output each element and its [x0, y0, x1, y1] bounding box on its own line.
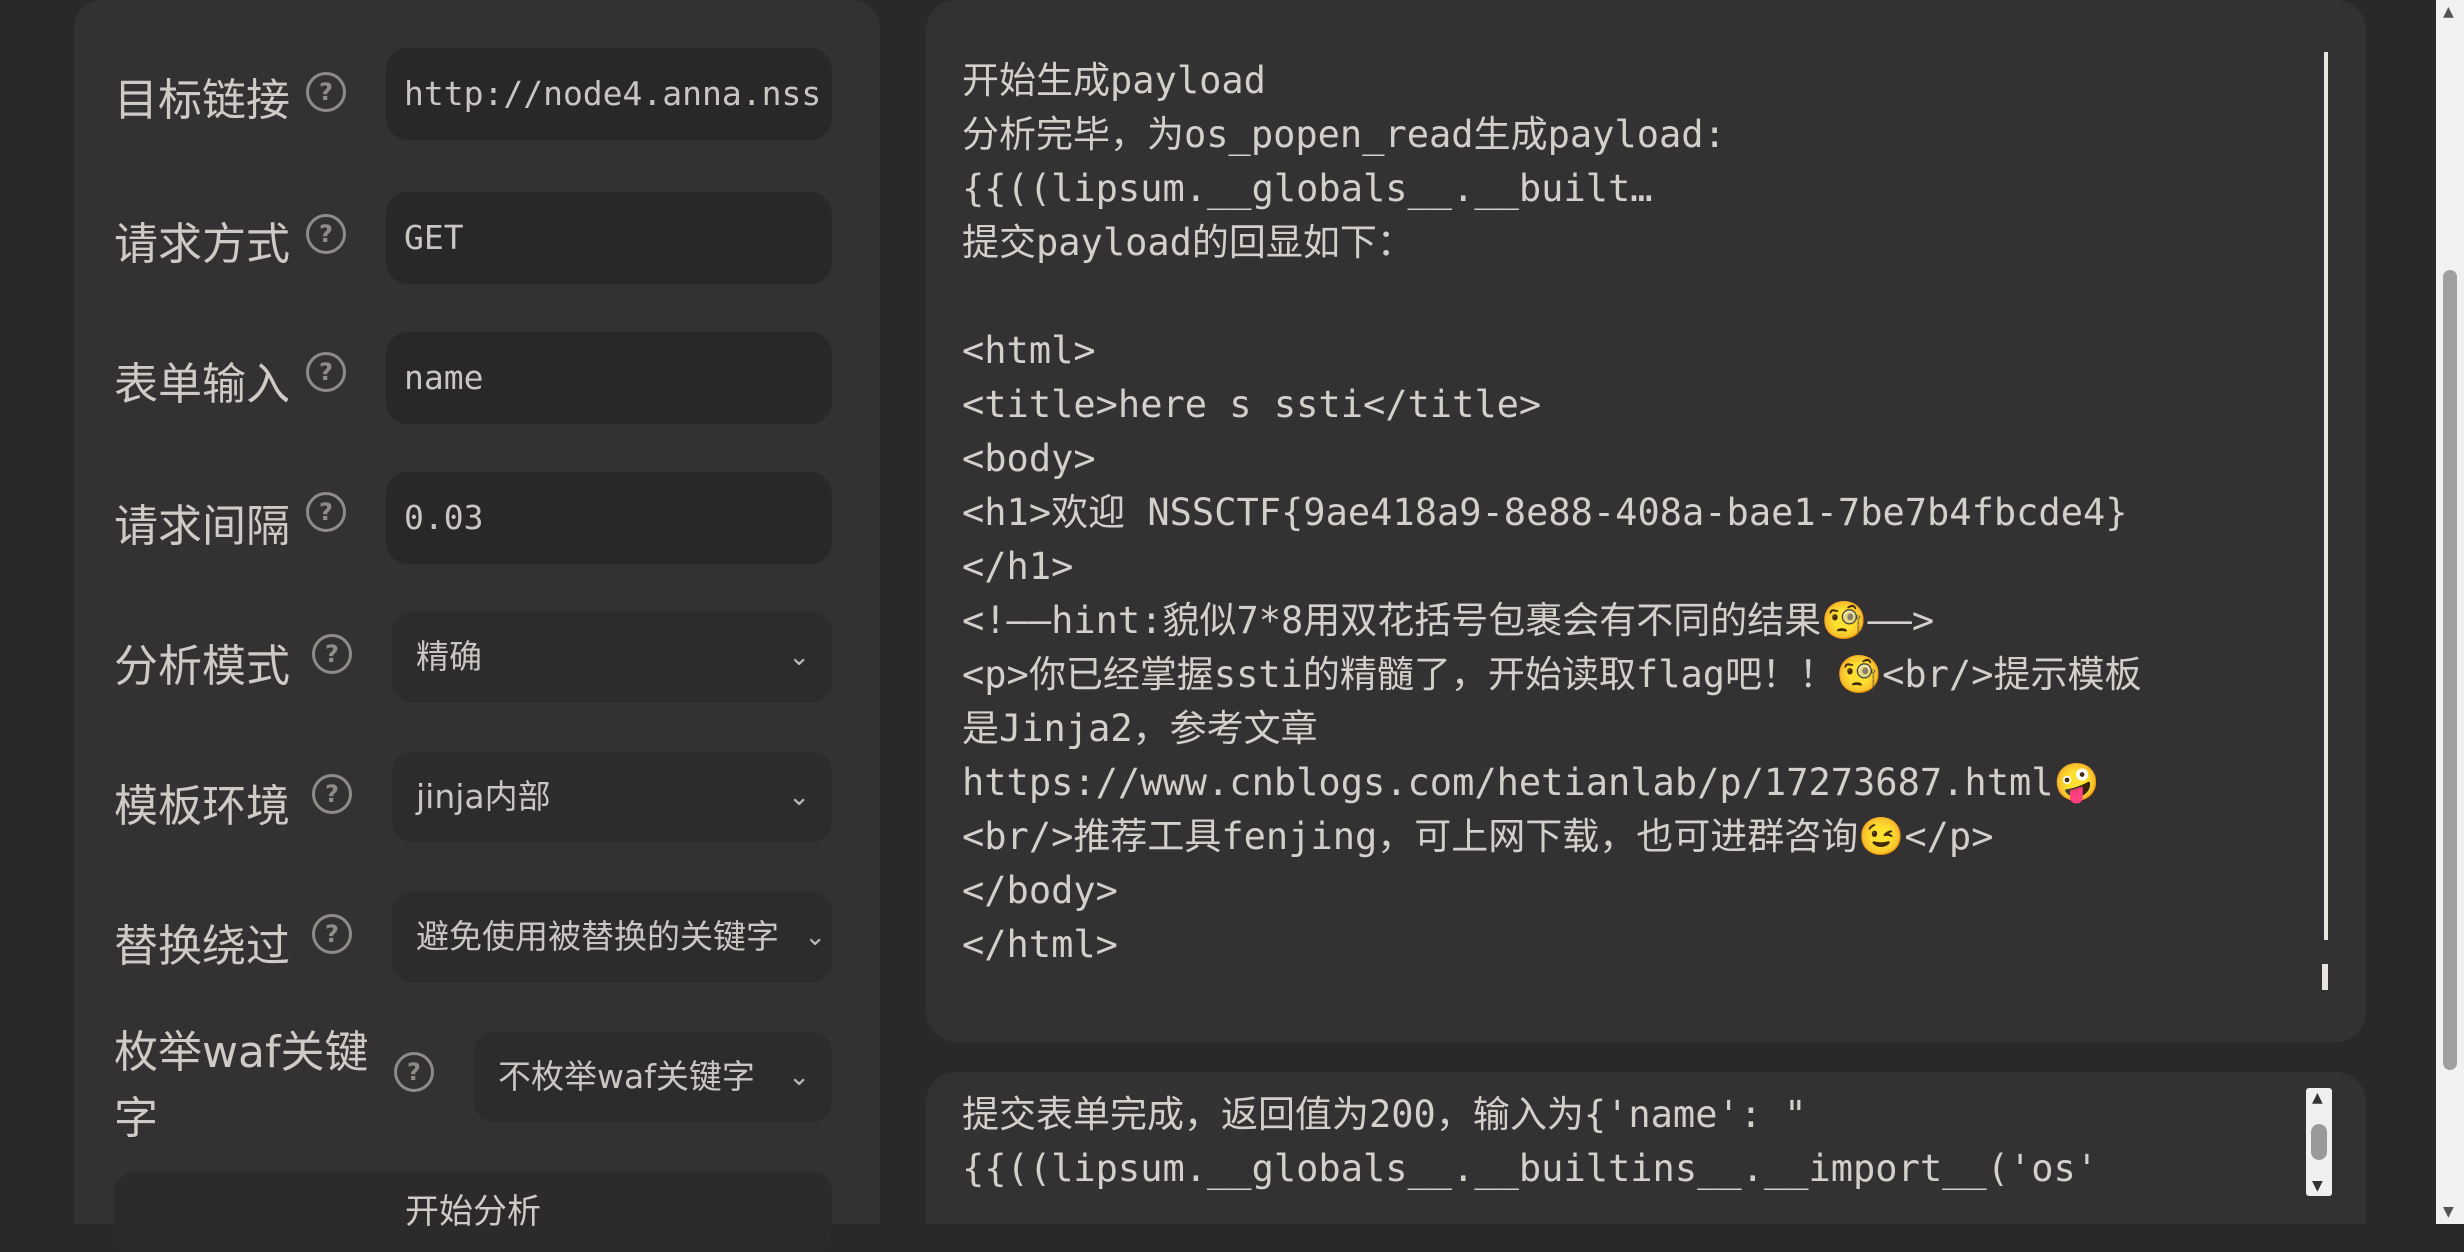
- enum-waf-value: 不枚举waf关键字: [498, 1057, 755, 1096]
- help-icon[interactable]: ?: [306, 214, 346, 254]
- status-panel: 提交表单完成，返回值为200，输入为{'name': " {{((lipsum.…: [926, 1072, 2366, 1224]
- output-line: {{((lipsum.__globals__.__built…: [962, 167, 1653, 210]
- chevron-down-icon: ⌄: [788, 782, 810, 812]
- replace-bypass-value: 避免使用被替换的关键字: [416, 917, 779, 956]
- output-scrollbar[interactable]: [2324, 52, 2328, 940]
- output-line: 提交payload的回显如下：: [962, 221, 1414, 264]
- help-icon[interactable]: ?: [306, 72, 346, 112]
- scroll-up-icon[interactable]: ▲: [2443, 4, 2454, 20]
- analysis-mode-value: 精确: [416, 637, 482, 676]
- help-icon[interactable]: ?: [312, 774, 352, 814]
- start-analysis-button[interactable]: 开始分析: [114, 1172, 832, 1252]
- method-row: 请求方式 ? GET: [74, 188, 880, 284]
- method-input[interactable]: GET: [386, 192, 832, 284]
- output-log: 开始生成payload 分析完毕，为os_popen_read生成payload:…: [962, 54, 2362, 962]
- page-scrollbar[interactable]: ▲ ▼: [2436, 0, 2464, 1224]
- status-line-2: {{((lipsum.__globals__.__builtins__.__im…: [962, 1147, 2099, 1190]
- output-scrollbar-end[interactable]: [2322, 964, 2328, 990]
- output-line: <title>here s ssti</title>: [962, 383, 1542, 426]
- chevron-down-icon: ⌄: [788, 1062, 810, 1092]
- chevron-down-icon: ⌄: [788, 642, 810, 672]
- output-line: 分析完毕，为os_popen_read生成payload:: [962, 113, 1726, 156]
- analysis-mode-label: 分析模式: [114, 641, 290, 692]
- template-env-value: jinja内部: [416, 777, 551, 816]
- status-line-1: 提交表单完成，返回值为200，输入为{'name': ": [962, 1093, 1807, 1136]
- output-line: </h1>: [962, 545, 1074, 588]
- output-line: <h1>欢迎 NSSCTF{9ae418a9-8e88-408a-bae1-7b…: [962, 491, 2128, 534]
- output-line: </body>: [962, 869, 1118, 912]
- target-url-label: 目标链接: [114, 75, 290, 126]
- output-line: <body>: [962, 437, 1096, 480]
- chevron-down-icon: ⌄: [804, 922, 826, 952]
- help-icon[interactable]: ?: [312, 914, 352, 954]
- interval-input[interactable]: 0.03: [386, 472, 832, 564]
- enum-waf-label-line1: 枚举waf关键: [114, 1027, 369, 1078]
- help-icon[interactable]: ?: [394, 1052, 434, 1092]
- output-line: </html>: [962, 923, 1118, 962]
- help-icon[interactable]: ?: [312, 634, 352, 674]
- output-line: 开始生成payload: [962, 59, 1266, 102]
- interval-label: 请求间隔: [114, 501, 290, 552]
- output-line: <html>: [962, 329, 1096, 372]
- help-icon[interactable]: ?: [306, 492, 346, 532]
- analysis-mode-select[interactable]: 精确 ⌄: [392, 612, 832, 702]
- analysis-mode-row: 分析模式 ? 精确 ⌄: [74, 610, 880, 706]
- target-url-row: 目标链接 ? http://node4.anna.nss: [74, 46, 880, 142]
- form-input-field[interactable]: name: [386, 332, 832, 424]
- help-icon[interactable]: ?: [306, 352, 346, 392]
- template-env-select[interactable]: jinja内部 ⌄: [392, 752, 832, 842]
- enum-waf-row: 枚举waf关键 字 ? 不枚举waf关键字 ⌄: [74, 1016, 880, 1150]
- replace-bypass-label: 替换绕过: [114, 921, 290, 972]
- status-log: 提交表单完成，返回值为200，输入为{'name': " {{((lipsum.…: [962, 1088, 2302, 1208]
- interval-row: 请求间隔 ? 0.03: [74, 468, 880, 564]
- settings-panel: 目标链接 ? http://node4.anna.nss 请求方式 ? GET …: [74, 0, 880, 1252]
- template-env-row: 模板环境 ? jinja内部 ⌄: [74, 750, 880, 846]
- enum-waf-select[interactable]: 不枚举waf关键字 ⌄: [474, 1032, 832, 1122]
- form-input-row: 表单输入 ? name: [74, 328, 880, 424]
- replace-bypass-select[interactable]: 避免使用被替换的关键字 ⌄: [392, 892, 832, 982]
- page-scrollbar-thumb[interactable]: [2443, 270, 2457, 1070]
- status-scrollbar[interactable]: ▲ ▼: [2306, 1088, 2332, 1196]
- scroll-down-icon[interactable]: ▼: [2443, 1204, 2454, 1220]
- target-url-input[interactable]: http://node4.anna.nss: [386, 48, 832, 140]
- scroll-down-icon[interactable]: ▼: [2312, 1178, 2323, 1194]
- scroll-up-icon[interactable]: ▲: [2312, 1090, 2323, 1106]
- method-label: 请求方式: [114, 219, 290, 270]
- form-input-label: 表单输入: [114, 359, 290, 410]
- enum-waf-label-line2: 字: [114, 1093, 158, 1144]
- output-line: <p>你已经掌握ssti的精髓了，开始读取flag吧！！🧐<br/>提示模板: [962, 653, 2142, 696]
- output-line: https://www.cnblogs.com/hetianlab/p/1727…: [962, 761, 2100, 804]
- output-line: <!——hint:貌似7*8用双花括号包裹会有不同的结果🧐——>: [962, 599, 1935, 642]
- output-line: 是Jinja2，参考文章: [962, 707, 1318, 750]
- template-env-label: 模板环境: [114, 781, 290, 832]
- status-scrollbar-thumb[interactable]: [2311, 1124, 2327, 1160]
- replace-bypass-row: 替换绕过 ? 避免使用被替换的关键字 ⌄: [74, 890, 880, 986]
- output-panel: 开始生成payload 分析完毕，为os_popen_read生成payload:…: [926, 0, 2366, 1042]
- output-line: <br/>推荐工具fenjing，可上网下载，也可进群咨询😉</p>: [962, 815, 1994, 858]
